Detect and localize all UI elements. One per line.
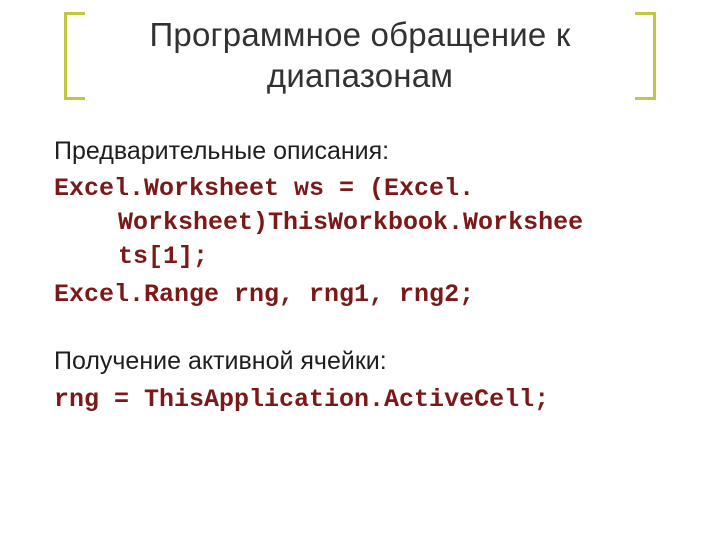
code-block-1: Excel.Worksheet ws = (Excel. Worksheet)Th… [54, 172, 680, 273]
code-block-2: Excel.Range rng, rng1, rng2; [54, 278, 680, 312]
slide: Программное обращение к диапазонам Предв… [0, 0, 720, 540]
code1-line2: Worksheet)ThisWorkbook.Workshee [118, 208, 583, 237]
bracket-left-icon [64, 12, 88, 100]
code1-line1: Excel.Worksheet ws = (Excel. [54, 174, 474, 203]
bracket-right-icon [632, 12, 656, 100]
code-block-3: rng = ThisApplication.ActiveCell; [54, 383, 680, 417]
section1-label: Предварительные описания: [54, 135, 680, 169]
title-container: Программное обращение к диапазонам [0, 0, 720, 109]
section2-label: Получение активной ячейки: [54, 345, 680, 379]
slide-title: Программное обращение к диапазонам [80, 14, 640, 97]
slide-body: Предварительные описания: Excel.Workshee… [0, 109, 720, 417]
code1-line3: ts[1]; [118, 242, 208, 271]
